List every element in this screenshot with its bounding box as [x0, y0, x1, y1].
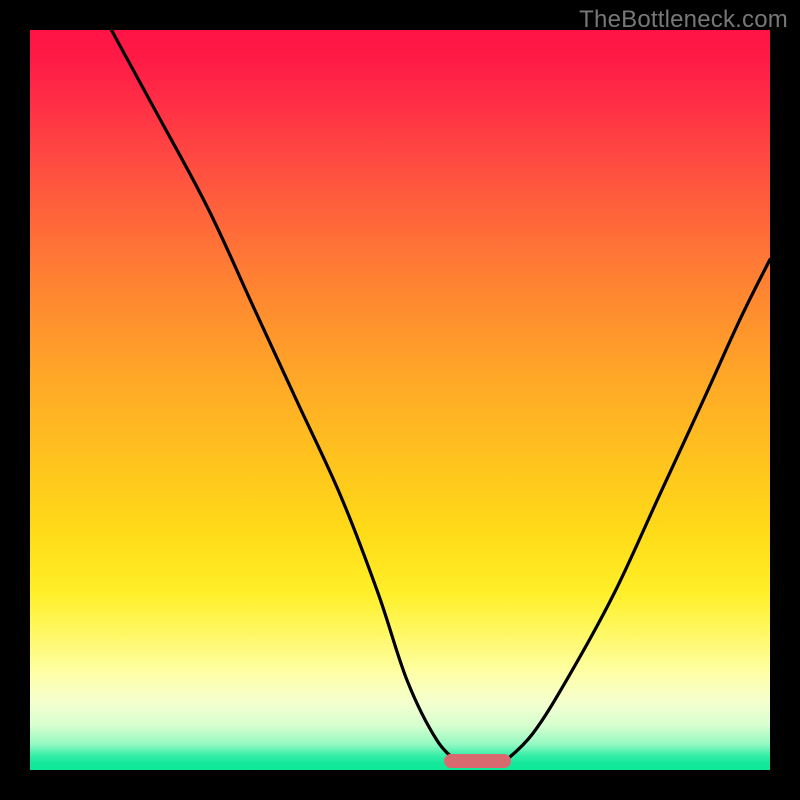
optimal-range-marker [444, 754, 511, 768]
curve-left-branch [111, 30, 459, 763]
bottleneck-curve [30, 30, 770, 770]
plot-area [30, 30, 770, 770]
watermark-text: TheBottleneck.com [579, 6, 788, 34]
curve-right-branch [504, 259, 770, 762]
chart-frame: TheBottleneck.com [0, 0, 800, 800]
